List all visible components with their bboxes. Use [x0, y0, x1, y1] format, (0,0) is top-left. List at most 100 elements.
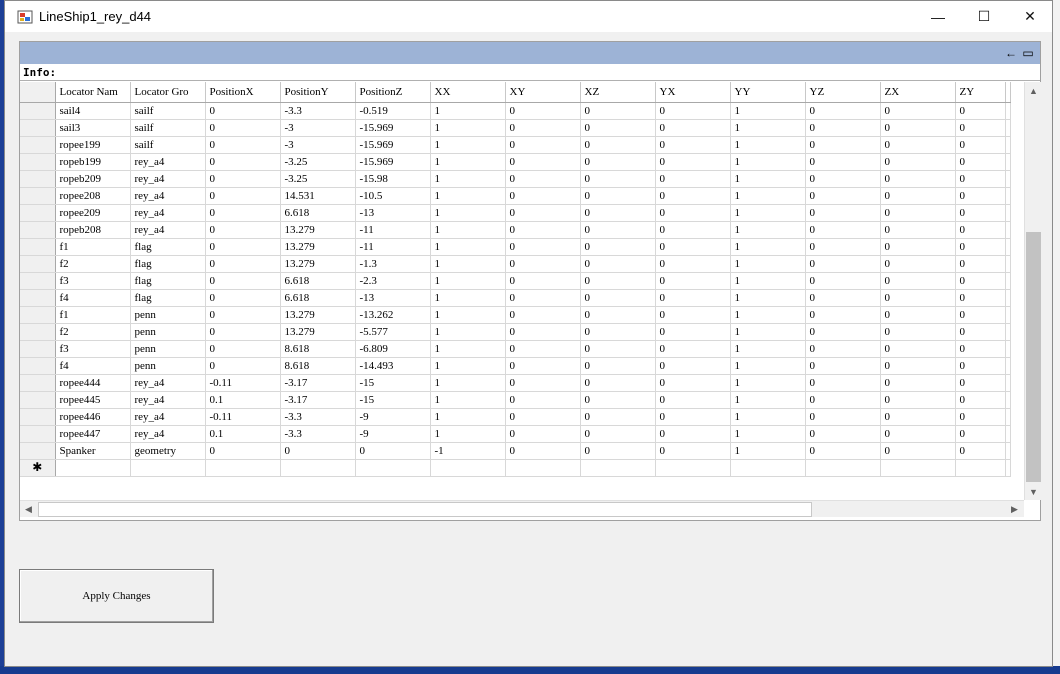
- table-cell[interactable]: 1: [730, 323, 806, 341]
- table-cell[interactable]: 0: [880, 221, 956, 239]
- table-cell[interactable]: rey_a4: [130, 221, 206, 239]
- table-cell[interactable]: 0: [880, 153, 956, 171]
- table-cell[interactable]: 1: [430, 391, 506, 409]
- table-cell[interactable]: 0: [205, 289, 281, 307]
- table-row[interactable]: ropee199 sailf 0 -3 -15.969 1 0 0 0 1 0 0 0: [20, 136, 1011, 154]
- table-cell[interactable]: f1: [55, 306, 131, 324]
- table-cell[interactable]: ropee446: [55, 408, 131, 426]
- table-cell[interactable]: 0: [955, 204, 1006, 222]
- table-cell[interactable]: 0: [805, 102, 881, 120]
- table-cell[interactable]: 0: [880, 272, 956, 290]
- table-cell[interactable]: 1: [430, 119, 506, 137]
- table-cell[interactable]: 1: [430, 306, 506, 324]
- table-cell[interactable]: f2: [55, 323, 131, 341]
- table-cell[interactable]: 0: [880, 170, 956, 188]
- table-cell[interactable]: 0: [505, 374, 581, 392]
- table-cell[interactable]: 1: [730, 306, 806, 324]
- back-icon[interactable]: ←: [1003, 45, 1019, 61]
- table-cell[interactable]: 1: [430, 204, 506, 222]
- table-cell[interactable]: 0: [505, 306, 581, 324]
- column-header[interactable]: PositionY: [280, 82, 356, 103]
- table-cell[interactable]: 0: [205, 442, 281, 460]
- table-cell[interactable]: -11: [355, 238, 431, 256]
- table-cell[interactable]: sail4: [55, 102, 131, 120]
- row-header[interactable]: [20, 289, 56, 307]
- table-cell[interactable]: 0: [205, 170, 281, 188]
- table-cell[interactable]: 0: [805, 221, 881, 239]
- table-cell[interactable]: 13.279: [280, 323, 356, 341]
- vertical-scroll-thumb[interactable]: [1026, 232, 1041, 482]
- table-cell[interactable]: 0: [655, 170, 731, 188]
- table-cell[interactable]: 0: [655, 204, 731, 222]
- table-cell[interactable]: 0: [955, 289, 1006, 307]
- table-cell[interactable]: -3.17: [280, 391, 356, 409]
- table-cell[interactable]: 0: [655, 153, 731, 171]
- table-row[interactable]: ropee444 rey_a4 -0.11 -3.17 -15 1 0 0 0 1 0 0 0: [20, 374, 1011, 392]
- table-cell[interactable]: f3: [55, 272, 131, 290]
- table-cell[interactable]: 0: [955, 170, 1006, 188]
- table-cell[interactable]: 1: [730, 170, 806, 188]
- table-cell[interactable]: 0: [805, 340, 881, 358]
- table-cell[interactable]: 0: [805, 289, 881, 307]
- table-cell[interactable]: 0: [205, 323, 281, 341]
- table-cell[interactable]: 0: [805, 170, 881, 188]
- table-cell[interactable]: 0: [505, 136, 581, 154]
- table-cell[interactable]: 0: [580, 221, 656, 239]
- table-cell[interactable]: 0: [355, 442, 431, 460]
- table-cell[interactable]: 0: [655, 238, 731, 256]
- table-cell[interactable]: 0: [205, 136, 281, 154]
- table-cell[interactable]: 0: [655, 289, 731, 307]
- column-header[interactable]: ZY: [955, 82, 1006, 103]
- table-row[interactable]: f2 flag 0 13.279 -1.3 1 0 0 0 1 0 0 0: [20, 255, 1011, 273]
- table-cell[interactable]: ropee447: [55, 425, 131, 443]
- table-cell[interactable]: rey_a4: [130, 204, 206, 222]
- table-cell[interactable]: 0: [505, 119, 581, 137]
- row-header[interactable]: [20, 221, 56, 239]
- table-cell[interactable]: 0: [955, 238, 1006, 256]
- column-header[interactable]: YY: [730, 82, 806, 103]
- table-cell[interactable]: 0: [880, 323, 956, 341]
- new-row-cell[interactable]: [355, 459, 431, 477]
- table-cell[interactable]: 0: [655, 408, 731, 426]
- table-cell[interactable]: -11: [355, 221, 431, 239]
- row-header[interactable]: [20, 119, 56, 137]
- table-cell[interactable]: 0: [205, 102, 281, 120]
- table-cell[interactable]: -10.5: [355, 187, 431, 205]
- table-cell[interactable]: 0: [205, 204, 281, 222]
- table-cell[interactable]: 0: [205, 306, 281, 324]
- table-cell[interactable]: ropeb208: [55, 221, 131, 239]
- table-cell[interactable]: 1: [730, 204, 806, 222]
- table-row[interactable]: ropeb199 rey_a4 0 -3.25 -15.969 1 0 0 0 1 0 0 0: [20, 153, 1011, 171]
- maximize-button[interactable]: ☐: [961, 1, 1007, 32]
- table-cell[interactable]: 0: [880, 374, 956, 392]
- table-cell[interactable]: 0: [205, 340, 281, 358]
- table-cell[interactable]: -9: [355, 425, 431, 443]
- table-cell[interactable]: 0: [280, 442, 356, 460]
- column-header[interactable]: XX: [430, 82, 506, 103]
- table-cell[interactable]: -9: [355, 408, 431, 426]
- table-row[interactable]: f1 flag 0 13.279 -11 1 0 0 0 1 0 0 0: [20, 238, 1011, 256]
- table-cell[interactable]: 0: [655, 306, 731, 324]
- table-cell[interactable]: 1: [730, 119, 806, 137]
- table-cell[interactable]: 0: [805, 442, 881, 460]
- row-header[interactable]: [20, 204, 56, 222]
- table-cell[interactable]: 1: [730, 187, 806, 205]
- table-cell[interactable]: 0: [580, 272, 656, 290]
- table-cell[interactable]: 0: [880, 102, 956, 120]
- table-row[interactable]: f3 flag 0 6.618 -2.3 1 0 0 0 1 0 0 0: [20, 272, 1011, 290]
- layout-toggle-icon[interactable]: ▭: [1020, 45, 1036, 61]
- table-cell[interactable]: ropee209: [55, 204, 131, 222]
- table-cell[interactable]: flag: [130, 238, 206, 256]
- table-cell[interactable]: ropeb209: [55, 170, 131, 188]
- table-cell[interactable]: 0: [955, 153, 1006, 171]
- new-row-cell[interactable]: [955, 459, 1006, 477]
- table-cell[interactable]: 0: [505, 204, 581, 222]
- table-cell[interactable]: 0: [205, 272, 281, 290]
- table-row[interactable]: sail4 sailf 0 -3.3 -0.519 1 0 0 0 1 0 0 0: [20, 102, 1011, 120]
- row-header[interactable]: [20, 272, 56, 290]
- column-header[interactable]: PositionZ: [355, 82, 431, 103]
- table-cell[interactable]: sailf: [130, 102, 206, 120]
- column-header[interactable]: Locator Gro: [130, 82, 206, 103]
- table-cell[interactable]: 0: [205, 119, 281, 137]
- table-cell[interactable]: 0: [205, 187, 281, 205]
